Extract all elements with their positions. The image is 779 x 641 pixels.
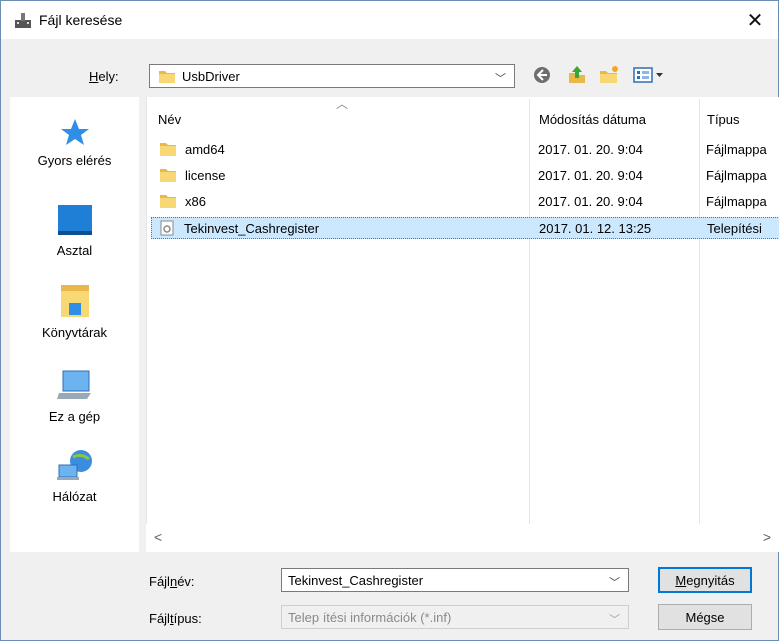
file-name: x86: [185, 194, 206, 209]
file-name: amd64: [185, 142, 225, 157]
file-open-dialog: Fájl keresése ✕ Hely: UsbDriver ﹀ Gyors …: [0, 0, 779, 641]
file-name: Tekinvest_Cashregister: [184, 221, 320, 236]
chevron-down-icon: ﹀: [495, 73, 506, 85]
file-row-tekinvest[interactable]: Tekinvest_Cashregister 2017. 01. 12. 13:…: [151, 217, 779, 239]
file-list: ︿ Név Módosítás dátuma Típus amd64 2017.…: [146, 97, 779, 552]
chevron-down-icon[interactable]: ﹀: [609, 574, 620, 590]
file-type: Telepítési: [707, 221, 762, 236]
folder-icon: [159, 71, 175, 83]
chevron-down-icon: ﹀: [609, 614, 620, 626]
file-name: license: [185, 168, 226, 183]
scroll-left-icon[interactable]: <: [154, 529, 162, 545]
computer-icon: [56, 370, 91, 399]
view-menu-icon[interactable]: [633, 65, 667, 85]
places-bar: Gyors elérés Asztal Könyvtárak Ez a gép: [10, 97, 139, 552]
back-icon[interactable]: [532, 65, 552, 85]
filetype-select[interactable]: Telep ítési információk (*.inf) ﹀: [281, 605, 629, 629]
libraries-icon: [60, 285, 89, 317]
horizontal-scrollbar[interactable]: < >: [146, 524, 779, 552]
window-title: Fájl keresése: [39, 12, 123, 28]
desktop-icon: [57, 205, 92, 235]
close-button[interactable]: ✕: [732, 1, 778, 39]
new-folder-icon[interactable]: [599, 65, 619, 85]
folder-icon: [160, 169, 176, 182]
place-label: Ez a gép: [48, 409, 101, 424]
column-type[interactable]: Típus: [707, 97, 740, 127]
star-icon: [60, 119, 89, 145]
network-icon: [56, 450, 92, 480]
folder-icon: [160, 195, 176, 208]
place-label: Gyors elérés: [37, 153, 112, 168]
file-type: Fájlmappa: [706, 168, 767, 183]
folder-icon: [160, 143, 176, 156]
location-combo[interactable]: UsbDriver ﹀: [149, 64, 515, 88]
file-row-amd64[interactable]: amd64 2017. 01. 20. 9:04 Fájlmappa: [153, 139, 779, 161]
place-libraries[interactable]: Könyvtárak: [10, 283, 139, 340]
file-modified: 2017. 01. 20. 9:04: [538, 168, 643, 183]
file-row-license[interactable]: license 2017. 01. 20. 9:04 Fájlmappa: [153, 165, 779, 187]
file-modified: 2017. 01. 12. 13:25: [539, 221, 652, 236]
app-icon: [15, 13, 31, 28]
place-label: Asztal: [56, 243, 93, 258]
file-modified: 2017. 01. 20. 9:04: [538, 194, 643, 209]
up-folder-icon[interactable]: [567, 65, 587, 85]
open-button[interactable]: Megnyitás: [658, 567, 752, 593]
setup-info-file-icon: [160, 220, 174, 236]
column-modified[interactable]: Módosítás dátuma: [539, 97, 646, 127]
scroll-right-icon[interactable]: >: [763, 529, 771, 545]
place-network[interactable]: Hálózat: [10, 447, 139, 504]
filename-label: Fájlnév:: [149, 574, 195, 589]
file-modified: 2017. 01. 20. 9:04: [538, 142, 643, 157]
filetype-label: Fájltípus:: [149, 611, 202, 626]
place-this-pc[interactable]: Ez a gép: [10, 367, 139, 424]
sort-ascending-icon: ︿: [336, 97, 349, 111]
filename-input[interactable]: Tekinvest_Cashregister ﹀: [281, 568, 629, 592]
column-name[interactable]: Név: [158, 97, 181, 127]
filename-value: Tekinvest_Cashregister: [288, 573, 424, 588]
close-icon: ✕: [746, 9, 764, 32]
file-type: Fájlmappa: [706, 194, 767, 209]
place-desktop[interactable]: Asztal: [10, 203, 139, 258]
place-quick-access[interactable]: Gyors elérés: [10, 117, 139, 168]
filetype-value: Telep ítési információk (*.inf): [288, 610, 452, 625]
cancel-button[interactable]: Mégse: [658, 604, 752, 630]
place-label: Könyvtárak: [41, 325, 108, 340]
title-bar: Fájl keresése ✕: [1, 1, 778, 39]
file-type: Fájlmappa: [706, 142, 767, 157]
location-value: UsbDriver: [182, 69, 240, 84]
location-label: Hely:: [89, 69, 119, 84]
file-row-x86[interactable]: x86 2017. 01. 20. 9:04 Fájlmappa: [153, 191, 779, 213]
place-label: Hálózat: [52, 489, 97, 504]
